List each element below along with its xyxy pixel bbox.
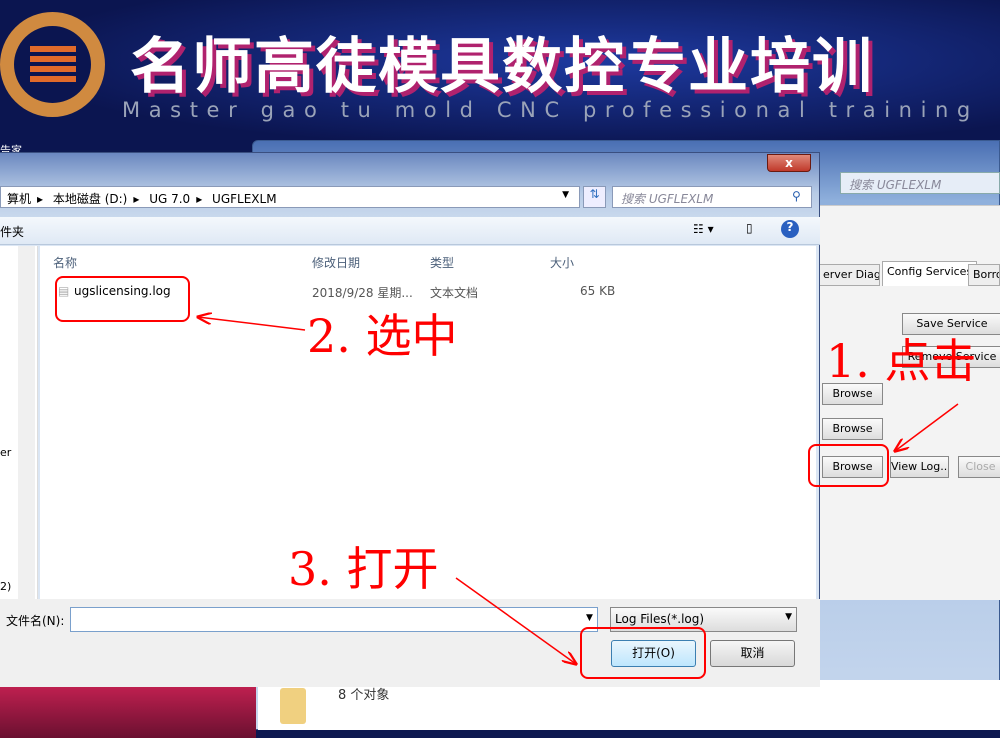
arrow-step3	[455, 577, 576, 664]
annotation-arrows	[0, 0, 959, 738]
arrow-step1	[895, 403, 959, 451]
arrow-step2	[198, 317, 306, 331]
